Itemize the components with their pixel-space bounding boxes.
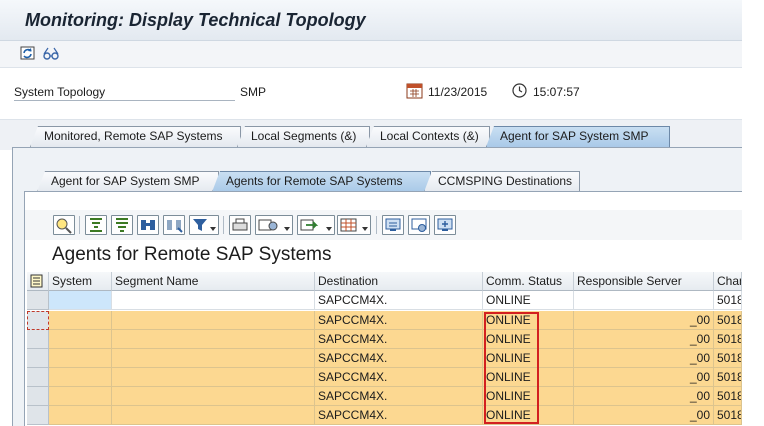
cell-segment xyxy=(112,387,315,406)
cell-chan: 5018 xyxy=(714,311,742,330)
toolbar-separator xyxy=(223,216,224,234)
find-next-icon[interactable] xyxy=(163,215,185,235)
tab-local-contexts[interactable]: Local Contexts (&) xyxy=(366,126,490,147)
cell-server: _00 xyxy=(574,387,714,406)
tab-monitored-remote-sap-systems[interactable]: Monitored, Remote SAP Systems xyxy=(30,126,241,147)
calendar-icon xyxy=(406,82,423,102)
status-highlight-box xyxy=(484,312,539,424)
cell-chan: 5018 xyxy=(714,368,742,387)
cell-destination: SAPCCM4X. xyxy=(315,368,483,387)
cell-server: _00 xyxy=(574,349,714,368)
inner-tab-agent-for-sap-system-smp[interactable]: Agent for SAP System SMP xyxy=(37,171,219,192)
cell-system xyxy=(49,330,112,349)
cell-segment xyxy=(112,311,315,330)
row-selector[interactable] xyxy=(27,330,49,349)
cell-server: _00 xyxy=(574,330,714,349)
grid-title: Agents for Remote SAP Systems xyxy=(52,244,332,265)
cell-destination: SAPCCM4X. xyxy=(315,330,483,349)
column-header-segment-name[interactable]: Segment Name xyxy=(112,272,315,291)
cell-chan: 5018 xyxy=(714,349,742,368)
sort-descending-icon[interactable] xyxy=(111,215,133,235)
layout-icon[interactable] xyxy=(337,215,371,235)
cell-server: _00 xyxy=(574,406,714,425)
inner-tab-strip: Agent for SAP System SMP Agents for Remo… xyxy=(13,148,742,192)
column-header-comm-status[interactable]: Comm. Status xyxy=(483,272,574,291)
window-title: Monitoring: Display Technical Topology xyxy=(25,10,366,30)
clock-icon xyxy=(511,82,528,102)
toolbar-separator xyxy=(79,216,80,234)
create-icon[interactable] xyxy=(382,215,404,235)
details-icon[interactable] xyxy=(53,215,75,235)
cell-segment xyxy=(112,349,315,368)
cell-system xyxy=(49,291,112,310)
cell-status: ONLINE xyxy=(483,291,574,310)
column-header-responsible-server[interactable]: Responsible Server xyxy=(574,272,714,291)
export-icon[interactable] xyxy=(297,215,335,235)
cell-segment xyxy=(112,406,315,425)
tab-local-segments[interactable]: Local Segments (&) xyxy=(237,126,370,147)
cell-server: _00 xyxy=(574,311,714,330)
column-header-system[interactable]: System xyxy=(49,272,112,291)
find-icon[interactable] xyxy=(137,215,159,235)
row-selector[interactable] xyxy=(27,291,49,310)
glasses-icon[interactable] xyxy=(42,45,60,63)
filter-icon[interactable] xyxy=(189,215,219,235)
cell-system xyxy=(49,387,112,406)
views-icon[interactable] xyxy=(255,215,293,235)
print-icon[interactable] xyxy=(229,215,251,235)
date-value: 11/23/2015 xyxy=(428,85,488,99)
cell-destination: SAPCCM4X. xyxy=(315,349,483,368)
cell-system xyxy=(49,368,112,387)
toolbar-separator xyxy=(376,216,377,234)
cell-chan: 5018 xyxy=(714,330,742,349)
cell-segment xyxy=(112,368,315,387)
row-selector[interactable] xyxy=(27,368,49,387)
display-icon[interactable] xyxy=(434,215,456,235)
row-selector[interactable] xyxy=(27,311,49,330)
cell-system xyxy=(49,406,112,425)
title-bar: Monitoring: Display Technical Topology xyxy=(0,0,742,41)
row-selector[interactable] xyxy=(27,349,49,368)
cell-destination: SAPCCM4X. xyxy=(315,406,483,425)
header-info: System Topology SMP 11/23/2015 15:07:57 xyxy=(0,68,742,120)
select-all-icon[interactable] xyxy=(27,272,49,291)
cell-segment xyxy=(112,330,315,349)
time-value: 15:07:57 xyxy=(533,85,580,99)
topology-value: SMP xyxy=(240,85,267,99)
topology-label: System Topology xyxy=(14,85,106,99)
row-selector[interactable] xyxy=(27,406,49,425)
agents-grid: System Segment Name Destination Comm. St… xyxy=(27,272,742,426)
cell-chan: 5018 xyxy=(714,387,742,406)
cell-server xyxy=(574,291,714,310)
inner-tab-agents-for-remote-sap-systems[interactable]: Agents for Remote SAP Systems xyxy=(212,171,431,192)
column-header-destination[interactable]: Destination xyxy=(315,272,483,291)
cell-system xyxy=(49,311,112,330)
column-header-chan[interactable]: Chan xyxy=(714,272,742,291)
sort-ascending-icon[interactable] xyxy=(85,215,107,235)
row-selector[interactable] xyxy=(27,387,49,406)
grid-toolbar xyxy=(25,210,742,240)
cell-chan: 5018 xyxy=(714,406,742,425)
cell-destination: SAPCCM4X. xyxy=(315,311,483,330)
tab-agent-for-sap-system-smp[interactable]: Agent for SAP System SMP xyxy=(486,126,670,147)
application-toolbar xyxy=(0,41,742,68)
change-icon[interactable] xyxy=(408,215,430,235)
cell-server: _00 xyxy=(574,368,714,387)
refresh-icon[interactable] xyxy=(20,45,38,63)
cell-destination: SAPCCM4X. xyxy=(315,387,483,406)
outer-tab-strip: Monitored, Remote SAP Systems Local Segm… xyxy=(0,120,742,150)
cell-chan: 5018 xyxy=(714,291,742,310)
topology-label-underline xyxy=(14,100,235,101)
cell-system xyxy=(49,349,112,368)
cell-segment xyxy=(112,291,315,310)
cell-destination: SAPCCM4X. xyxy=(315,291,483,310)
inner-tab-ccmsping-destinations[interactable]: CCMSPING Destinations xyxy=(424,171,580,192)
